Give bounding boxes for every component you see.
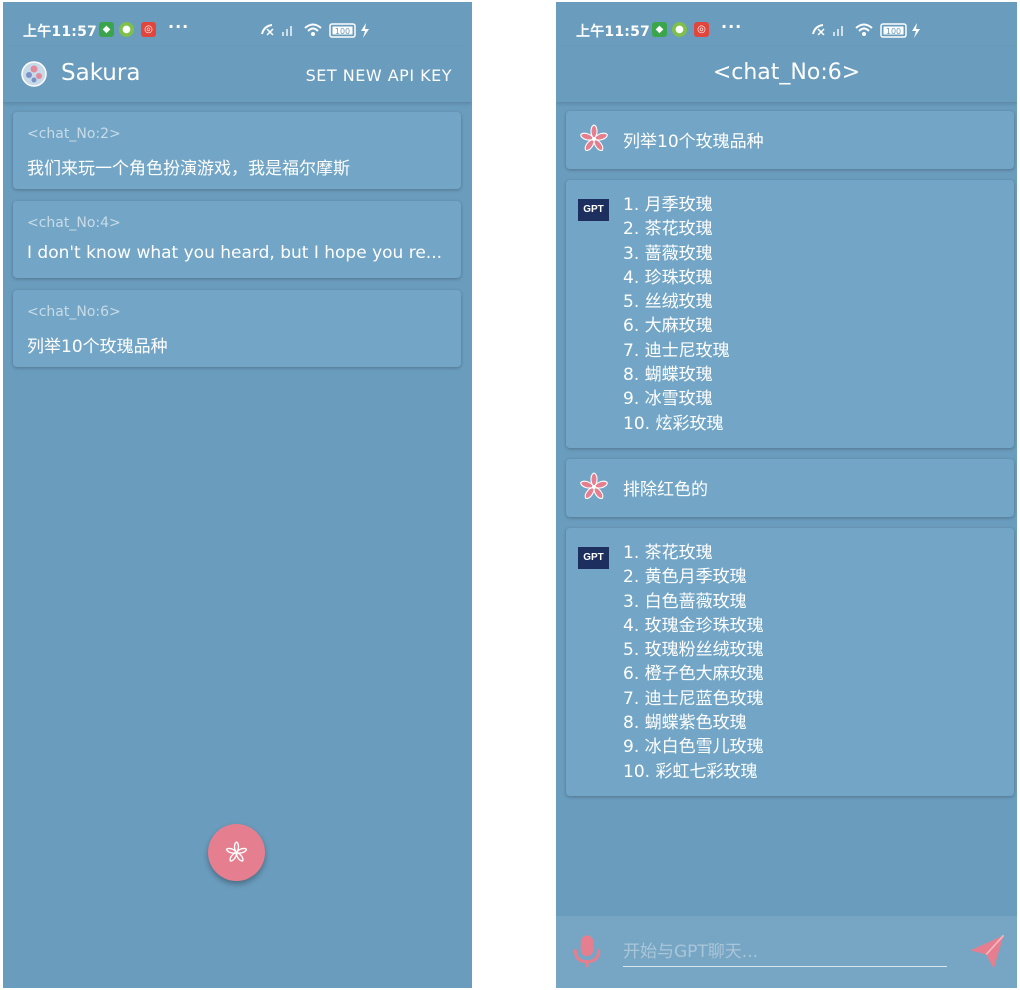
list-item: 7. 迪士尼蓝色玫瑰 — [623, 688, 764, 709]
list-item: 6. 大麻玫瑰 — [623, 316, 713, 337]
send-icon[interactable] — [967, 932, 1007, 972]
list-item: 5. 丝绒玫瑰 — [623, 292, 713, 313]
chat-list-item[interactable]: <chat_No:6> 列举10个玫瑰品种 — [13, 290, 461, 367]
system-status-icons: 100 — [261, 23, 369, 38]
more-notifications-icon: ··· — [168, 17, 190, 36]
chat-input-bar: 开始与GPT聊天... — [556, 916, 1017, 988]
list-item: 8. 蝴蝶玫瑰 — [623, 365, 713, 386]
sakura-flower-icon — [580, 472, 608, 499]
system-status-icons: 100 — [812, 23, 920, 38]
user-message: 列举10个玫瑰品种 — [566, 111, 1014, 169]
list-item: 8. 蝴蝶紫色玫瑰 — [623, 713, 747, 734]
list-item: 10. 彩虹七彩玫瑰 — [623, 761, 758, 782]
music-notification-icon: ◎ — [694, 22, 709, 37]
app-notification-icon: ● — [672, 22, 687, 37]
assistant-message: GPT 1. 茶花玫瑰 2. 黄色月季玫瑰 3. 白色蔷薇玫瑰 4. 玫瑰金珍珠… — [566, 528, 1014, 796]
list-item: 9. 冰雪玫瑰 — [623, 389, 713, 410]
chat-list-item[interactable]: <chat_No:2> 我们来玩一个角色扮演游戏，我是福尔摩斯 — [13, 112, 461, 189]
chat-list-item[interactable]: <chat_No:4> I don't know what you heard,… — [13, 201, 461, 278]
chat-preview: 我们来玩一个角色扮演游戏，我是福尔摩斯 — [27, 159, 350, 179]
list-item: 3. 蔷薇玫瑰 — [623, 243, 713, 264]
user-message: 排除红色的 — [566, 459, 1014, 517]
list-item: 9. 冰白色雪儿玫瑰 — [623, 737, 764, 758]
gpt-avatar-icon: GPT — [578, 547, 609, 569]
status-time: 上午11:57 — [23, 24, 97, 40]
shield-notification-icon: ◆ — [652, 22, 667, 37]
sakura-logo-icon — [21, 61, 47, 87]
sakura-flower-icon — [580, 124, 608, 151]
list-item: 3. 白色蔷薇玫瑰 — [623, 591, 747, 612]
chat-input[interactable]: 开始与GPT聊天... — [623, 938, 947, 967]
message-list: 1. 茶花玫瑰 2. 黄色月季玫瑰 3. 白色蔷薇玫瑰 4. 玫瑰金珍珠玫瑰 5… — [623, 541, 764, 784]
battery-level: 100 — [335, 27, 350, 36]
chat-tag: <chat_No:2> — [27, 126, 121, 142]
list-item: 2. 茶花玫瑰 — [623, 219, 713, 240]
shield-notification-icon: ◆ — [99, 22, 114, 37]
set-api-key-button[interactable]: SET NEW API KEY — [306, 66, 452, 85]
chat-preview: I don't know what you heard, but I hope … — [27, 243, 443, 263]
message-text: 排除红色的 — [623, 480, 708, 500]
message-text: 列举10个玫瑰品种 — [623, 132, 764, 152]
list-item: 6. 橙子色大麻玫瑰 — [623, 664, 764, 685]
assistant-message: GPT 1. 月季玫瑰 2. 茶花玫瑰 3. 蔷薇玫瑰 4. 珍珠玫瑰 5. 丝… — [566, 180, 1014, 448]
chat-list-screen: 上午11:57 ◆ ● ◎ ··· 100 Sakura SET NEW API… — [3, 2, 472, 988]
list-item: 1. 茶花玫瑰 — [623, 543, 713, 563]
list-item: 4. 玫瑰金珍珠玫瑰 — [623, 615, 764, 636]
list-item: 1. 月季玫瑰 — [623, 195, 713, 215]
chat-detail-screen: 上午11:57 ◆ ● ◎ ··· 100 <chat_No:6> 列举10个玫… — [556, 2, 1017, 988]
gpt-avatar-icon: GPT — [578, 199, 609, 221]
app-notification-icon: ● — [119, 22, 134, 37]
app-bar: <chat_No:6> — [556, 46, 1017, 102]
list-item: 4. 珍珠玫瑰 — [623, 267, 713, 288]
chat-title: <chat_No:6> — [712, 60, 861, 85]
chat-tag: <chat_No:6> — [27, 304, 121, 320]
app-title: Sakura — [61, 60, 141, 86]
more-notifications-icon: ··· — [721, 17, 743, 36]
list-item: 7. 迪士尼玫瑰 — [623, 340, 730, 361]
battery-level: 100 — [886, 27, 901, 36]
microphone-icon[interactable] — [570, 934, 604, 970]
chat-preview: 列举10个玫瑰品种 — [27, 337, 168, 357]
new-chat-fab[interactable] — [208, 824, 265, 881]
list-item: 5. 玫瑰粉丝绒玫瑰 — [623, 640, 764, 661]
list-item: 10. 炫彩玫瑰 — [623, 413, 724, 434]
sakura-flower-icon — [225, 841, 248, 862]
app-bar: Sakura SET NEW API KEY — [3, 46, 472, 102]
list-item: 2. 黄色月季玫瑰 — [623, 567, 747, 588]
status-time: 上午11:57 — [576, 24, 650, 40]
chat-tag: <chat_No:4> — [27, 215, 121, 231]
music-notification-icon: ◎ — [141, 22, 156, 37]
message-list: 1. 月季玫瑰 2. 茶花玫瑰 3. 蔷薇玫瑰 4. 珍珠玫瑰 5. 丝绒玫瑰 … — [623, 193, 730, 436]
